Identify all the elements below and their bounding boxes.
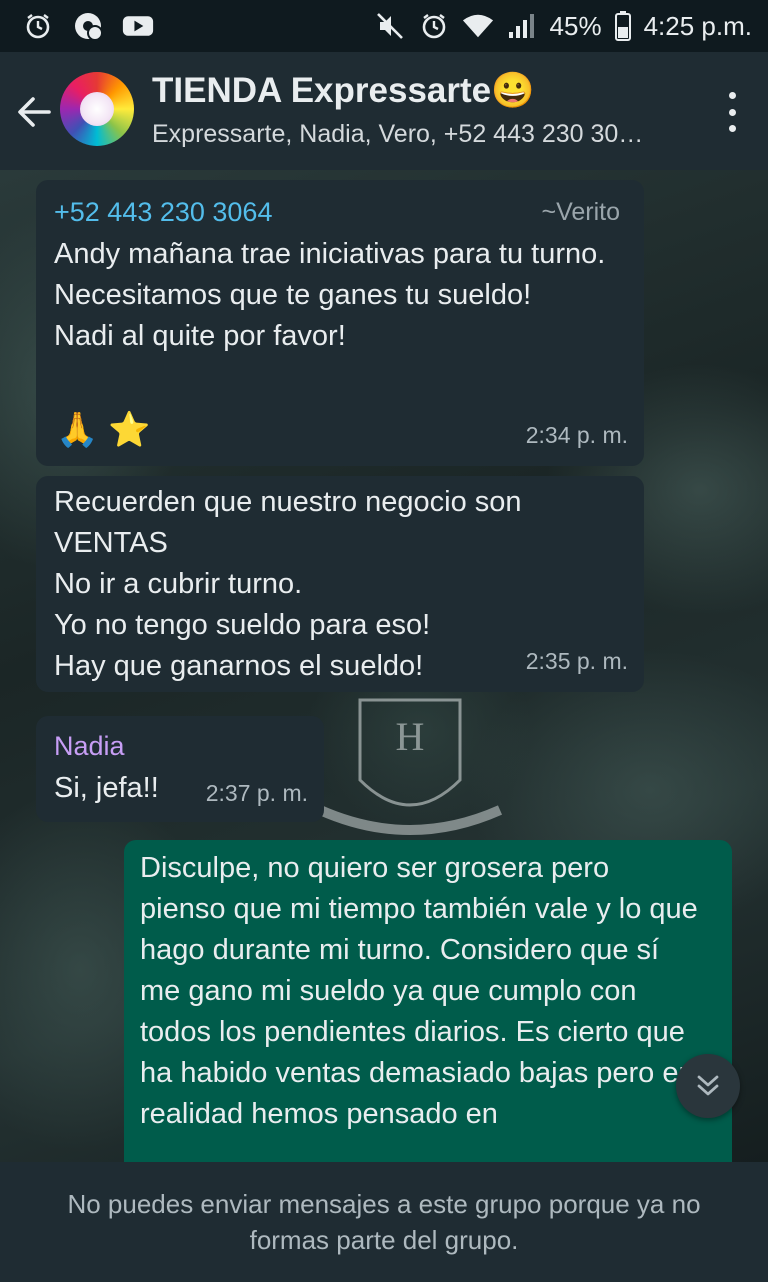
message-emojis: 🙏 ⭐ (56, 408, 151, 452)
message-pushname: ~Verito (541, 198, 620, 226)
chat-area[interactable]: H +52 443 230 3064 ~Verito Andy mañana t… (0, 170, 768, 1162)
status-time: 4:25 p.m. (643, 10, 752, 41)
dot-icon (728, 125, 736, 132)
message-time: 2:34 p. m. (525, 422, 628, 448)
battery-percent: 45% (549, 10, 602, 41)
message-text: Andy mañana trae iniciativas para tu tur… (54, 238, 606, 352)
signal-icon (506, 10, 538, 42)
more-options-button[interactable] (722, 92, 742, 132)
group-title[interactable]: TIENDA Expressarte😀 (152, 70, 535, 111)
group-left-notice-bar: No puedes enviar mensajes a este grupo p… (0, 1162, 768, 1282)
group-avatar[interactable] (60, 72, 134, 146)
message-bubble-outgoing[interactable]: Disculpe, no quiero ser grosera pero pie… (124, 840, 732, 1162)
svg-text:H: H (396, 714, 425, 759)
message-bubble[interactable]: Recuerden que nuestro negocio son VENTAS… (36, 476, 644, 692)
status-left-icons (22, 10, 154, 42)
status-right-icons: 45% 4:25 p.m. (374, 10, 752, 42)
mute-icon (374, 10, 406, 42)
message-sender[interactable]: +52 443 230 3064 (54, 192, 272, 233)
star-icon: ⭐ (108, 411, 151, 449)
chrome-notification-icon (72, 10, 104, 42)
arrow-left-icon (18, 97, 51, 127)
scroll-to-bottom-button[interactable] (676, 1054, 740, 1118)
youtube-icon (122, 10, 154, 42)
group-members[interactable]: Expressarte, Nadia, Vero, +52 443 230 30… (152, 120, 692, 149)
message-text: Disculpe, no quiero ser grosera pero pie… (140, 852, 698, 1130)
message-time: 2:37 p. m. (205, 780, 308, 806)
alarm-icon (418, 10, 450, 42)
battery-icon (614, 10, 632, 42)
message-bubble[interactable]: +52 443 230 3064 ~Verito Andy mañana tra… (36, 180, 644, 466)
group-left-notice: No puedes enviar mensajes a este grupo p… (67, 1189, 701, 1255)
message-time: 2:35 p. m. (525, 648, 628, 674)
status-bar: 45% 4:25 p.m. (0, 0, 768, 52)
chat-header: TIENDA Expressarte😀 Expressarte, Nadia, … (0, 52, 768, 170)
color-wheel-icon (80, 92, 114, 126)
message-bubble[interactable]: Nadia Si, jefa!! 2:37 p. m. (36, 716, 324, 822)
dot-icon (728, 108, 736, 116)
message-sender[interactable]: Nadia (54, 726, 125, 767)
message-text: Si, jefa!! (54, 772, 159, 804)
dot-icon (728, 92, 736, 99)
wifi-icon (462, 10, 494, 42)
back-button[interactable] (10, 88, 58, 136)
double-chevron-down-icon (697, 1075, 719, 1096)
alarm-icon (22, 10, 54, 42)
wallpaper-crest-icon: H (317, 698, 503, 835)
praying-hands-icon: 🙏 (56, 411, 99, 449)
